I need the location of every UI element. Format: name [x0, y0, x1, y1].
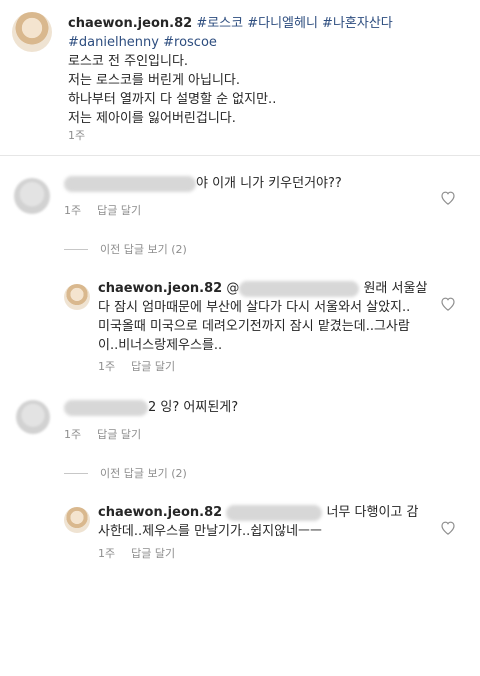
divider	[0, 155, 480, 156]
comment-meta: 1주 답글 달기	[98, 358, 191, 374]
comment-timestamp: 1주	[98, 360, 116, 373]
comment-body: 야 이개 니가 키우던거야??	[196, 176, 342, 191]
view-replies-label: 이전 답글 보기 (2)	[100, 243, 187, 256]
caption-line: 저는 로스코를 버린게 아닙니다.	[68, 73, 241, 88]
post-timestamp: 1주	[68, 129, 86, 142]
view-replies-label: 이전 답글 보기 (2)	[100, 467, 187, 480]
reply-body: 이..비너스랑제우스를..	[98, 338, 223, 353]
avatar[interactable]	[64, 507, 90, 533]
comment-text: 2 잉? 어찌된게?	[64, 398, 238, 417]
comment-text: 야 이개 니가 키우던거야??	[64, 174, 342, 193]
divider	[64, 472, 88, 474]
caption-line: 하나부터 열까지 다 설명할 순 없지만..	[68, 92, 277, 107]
comment-timestamp: 1주	[64, 428, 82, 441]
comment-meta: 1주 답글 달기	[64, 202, 157, 218]
reply-body: 사한데..제우스를 만날기가..쉽지않네ㅡㅡ	[98, 524, 322, 539]
post-caption: chaewon.jeon.82 #로스코 #다니엘헤니 #나혼자산다 #dani…	[0, 0, 480, 150]
caption-text: chaewon.jeon.82 #로스코 #다니엘헤니 #나혼자산다 #dani…	[68, 14, 468, 128]
reply-button[interactable]: 답글 달기	[131, 547, 175, 560]
reply-body: 다 잠시 엄마때문에 부산에 살다가 다시 서울와서 살았지..	[98, 300, 411, 315]
reply-button[interactable]: 답글 달기	[97, 204, 141, 217]
view-replies-button[interactable]: 이전 답글 보기 (2)	[64, 241, 187, 257]
comment-timestamp: 1주	[64, 204, 82, 217]
avatar[interactable]	[12, 12, 52, 52]
reply-body: 너무 다행이고 감	[326, 505, 419, 520]
caption-line: 저는 제아이를 잃어버린겁니다.	[68, 111, 236, 126]
heart-icon[interactable]	[440, 190, 456, 205]
redacted-username	[64, 175, 196, 192]
reply-text: chaewon.jeon.82 너무 다행이고 감 사한데..제우스를 만날기가…	[98, 503, 438, 541]
hashtag-link[interactable]: #로스코 #다니엘헤니 #나혼자산다	[196, 16, 392, 31]
reply-text: chaewon.jeon.82 @ 원래 서울살 다 잠시 엄마때문에 부산에 …	[98, 279, 438, 355]
comment-body: 2 잉? 어찌된게?	[148, 400, 239, 415]
reply-body: 미국올때 미국으로 데려오기전까지 잠시 맡겼는데..그사람	[98, 319, 410, 334]
heart-icon[interactable]	[440, 520, 456, 535]
comment-meta: 1주 답글 달기	[64, 426, 157, 442]
comment-meta: 1주 답글 달기	[98, 545, 191, 561]
heart-icon[interactable]	[440, 296, 456, 311]
reply-username[interactable]: chaewon.jeon.82	[98, 281, 222, 296]
post-username[interactable]: chaewon.jeon.82	[68, 16, 192, 31]
mention-prefix: @	[226, 281, 240, 296]
reply-button[interactable]: 답글 달기	[131, 360, 175, 373]
divider	[64, 248, 88, 250]
redacted-username	[226, 504, 323, 521]
reply-body: 원래 서울살	[363, 281, 428, 296]
avatar[interactable]	[64, 284, 90, 310]
avatar[interactable]	[14, 178, 50, 214]
view-replies-button[interactable]: 이전 답글 보기 (2)	[64, 465, 187, 481]
reply-username[interactable]: chaewon.jeon.82	[98, 505, 222, 520]
caption-line: 로스코 전 주인입니다.	[68, 54, 189, 69]
redacted-username	[239, 280, 360, 297]
hashtag-link[interactable]: #danielhenny #roscoe	[68, 35, 217, 50]
avatar[interactable]	[16, 400, 50, 434]
reply-button[interactable]: 답글 달기	[97, 428, 141, 441]
comment-timestamp: 1주	[98, 547, 116, 560]
redacted-username	[64, 399, 148, 416]
